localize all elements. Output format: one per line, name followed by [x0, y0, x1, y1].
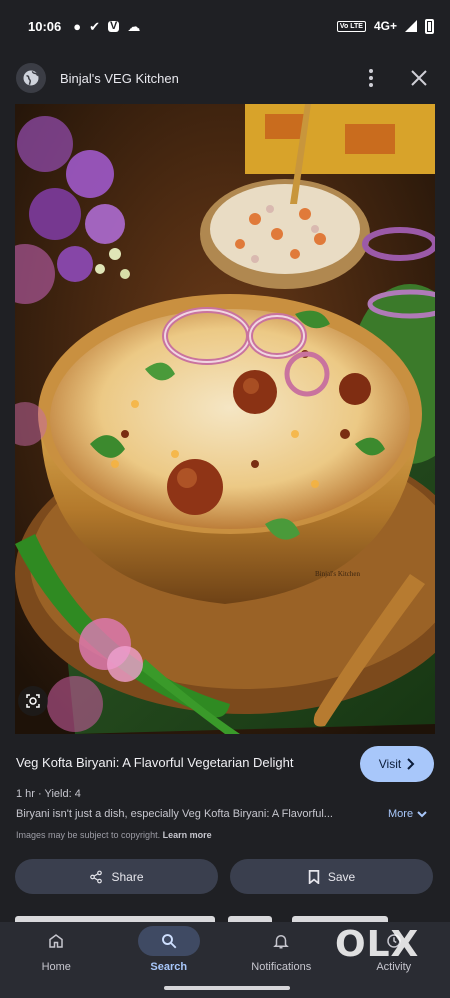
visit-label: Visit [378, 757, 402, 771]
home-icon [49, 934, 63, 948]
site-name[interactable]: Binjal's VEG Kitchen [60, 71, 179, 86]
learn-more-link[interactable]: Learn more [163, 830, 212, 840]
more-button[interactable]: More [388, 808, 427, 820]
more-label: More [388, 808, 414, 820]
chat-bubble-icon: ● [73, 18, 82, 34]
cloud-icon: ☁ [127, 18, 141, 34]
more-options-icon[interactable] [356, 63, 386, 93]
olx-watermark: OLX [335, 924, 420, 965]
nav-search-label: Search [150, 961, 188, 973]
save-label: Save [327, 869, 356, 884]
recipe-meta: 1 hr · Yield: 4 [16, 788, 81, 800]
notification-icons: ● ✔ V ☁ [73, 20, 140, 33]
visit-button[interactable]: Visit [360, 746, 434, 782]
source-header: Binjal's VEG Kitchen [0, 52, 450, 104]
check-icon: ✔ [89, 18, 101, 34]
copyright-notice: Images may be subject to copyright. Lear… [16, 830, 212, 840]
signal-icon [405, 20, 417, 32]
close-icon[interactable] [404, 63, 434, 93]
save-button[interactable]: Save [230, 859, 433, 894]
google-lens-button[interactable] [18, 686, 48, 716]
share-label: Share [111, 869, 144, 884]
result-description: Biryani isn't just a dish, especially Ve… [16, 808, 333, 820]
search-icon [161, 934, 177, 949]
bookmark-icon [308, 869, 320, 884]
status-bar: 10:06 ● ✔ V ☁ Vo LTE 4G+ [0, 0, 450, 52]
battery-icon [425, 18, 434, 34]
network-type: 4G+ [373, 19, 397, 33]
chevron-down-icon [417, 810, 427, 817]
chevron-right-icon [407, 758, 415, 770]
bell-icon [273, 935, 290, 949]
share-icon [90, 870, 103, 883]
lens-icon [26, 694, 40, 708]
app-v-icon: V [108, 19, 120, 32]
nav-notifications-label: Notifications [251, 961, 312, 973]
globe-icon[interactable] [16, 63, 46, 93]
nav-home-label: Home [41, 961, 71, 973]
home-indicator[interactable] [164, 986, 290, 990]
status-time: 10:06 [28, 18, 62, 34]
result-title[interactable]: Veg Kofta Biryani: A Flavorful Vegetaria… [16, 755, 294, 770]
volte-icon: Vo LTE [336, 20, 366, 32]
copyright-text: Images may be subject to copyright. [16, 830, 161, 840]
nav-home[interactable]: Home [0, 922, 113, 998]
biryani-image[interactable]: Binjal's Kitchen [15, 104, 435, 734]
bowl-brand: Binjal's Kitchen [315, 570, 361, 578]
share-button[interactable]: Share [15, 859, 218, 894]
